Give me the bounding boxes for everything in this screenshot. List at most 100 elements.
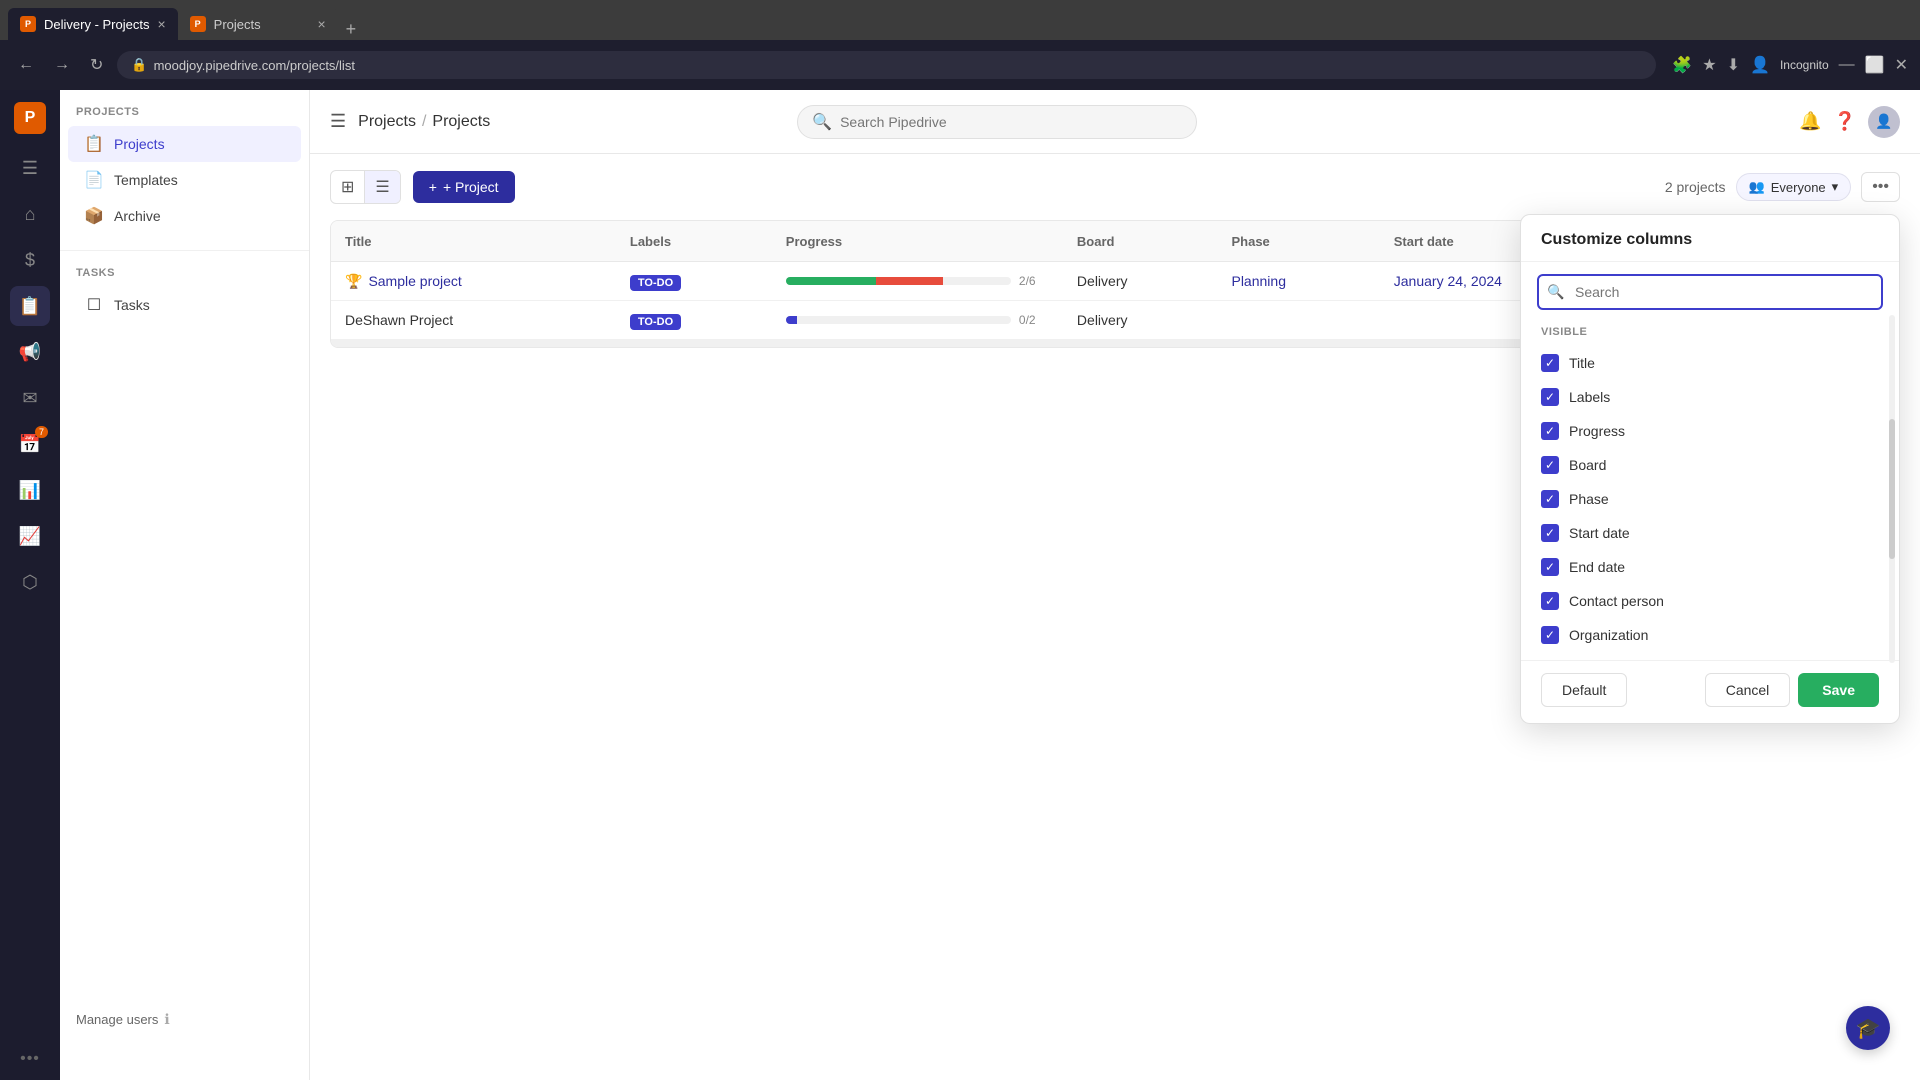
checkbox-labels[interactable]: ✓ xyxy=(1541,388,1559,406)
more-options-button[interactable]: ••• xyxy=(1861,172,1900,202)
panel-item-organization: ✓ Organization xyxy=(1537,618,1883,652)
panel-item-board: ✓ Board xyxy=(1537,448,1883,482)
tab-close-2[interactable]: × xyxy=(317,16,325,32)
tab-title-2: Projects xyxy=(214,17,261,32)
row1-start-date[interactable]: January 24, 2024 xyxy=(1394,273,1502,289)
new-tab-button[interactable]: + xyxy=(338,19,365,40)
sidebar-item-tasks[interactable]: ☐ Tasks xyxy=(68,287,301,323)
rail-more-button[interactable]: ••• xyxy=(20,1050,40,1068)
breadcrumb-parent[interactable]: Projects xyxy=(358,113,416,131)
sidebar-item-projects[interactable]: 📋 Projects xyxy=(68,126,301,162)
notifications-button[interactable]: 🔔 xyxy=(1799,111,1821,132)
panel-item-progress: ✓ Progress xyxy=(1537,414,1883,448)
row1-phase-link[interactable]: Planning xyxy=(1231,273,1286,289)
panel-item-phase: ✓ Phase xyxy=(1537,482,1883,516)
rail-chart-button[interactable]: 📈 xyxy=(10,516,50,556)
help-button[interactable]: ❓ xyxy=(1834,111,1856,132)
app-logo[interactable]: P xyxy=(14,102,46,134)
sidebar-item-archive[interactable]: 📦 Archive xyxy=(68,198,301,234)
checkbox-board[interactable]: ✓ xyxy=(1541,456,1559,474)
panel-item-start-date: ✓ Start date xyxy=(1537,516,1883,550)
checkbox-organization[interactable]: ✓ xyxy=(1541,626,1559,644)
add-project-label: + Project xyxy=(443,179,499,195)
rail-menu-button[interactable]: ☰ xyxy=(10,148,50,188)
panel-scrollbar-thumb[interactable] xyxy=(1889,419,1895,558)
sidebar-toggle-button[interactable]: ☰ xyxy=(330,111,346,132)
col-labels: Labels xyxy=(616,221,772,262)
bookmark-button[interactable]: ★ xyxy=(1702,55,1716,75)
sample-project-link[interactable]: 🏆 Sample project xyxy=(345,273,602,290)
url-bar[interactable]: 🔒 moodjoy.pipedrive.com/projects/list xyxy=(117,51,1656,79)
forward-button[interactable]: → xyxy=(48,52,76,78)
manage-users-info-icon: ℹ xyxy=(164,1011,169,1028)
global-search-input[interactable] xyxy=(840,114,1182,130)
manage-users-label: Manage users xyxy=(76,1012,158,1027)
projects-section-title: PROJECTS xyxy=(60,106,309,126)
view-toggle: ⊞ ☰ xyxy=(330,170,401,204)
extensions-button[interactable]: 🧩 xyxy=(1672,55,1692,75)
row2-progress: 0/2 xyxy=(772,301,1063,340)
save-button[interactable]: Save xyxy=(1798,673,1879,707)
panel-search-icon: 🔍 xyxy=(1547,284,1564,301)
sidebar-item-templates[interactable]: 📄 Templates xyxy=(68,162,301,198)
close-window-button[interactable]: ✕ xyxy=(1895,55,1908,75)
checkbox-contact-person[interactable]: ✓ xyxy=(1541,592,1559,610)
tab-projects[interactable]: P Projects × xyxy=(178,8,338,40)
reload-button[interactable]: ↻ xyxy=(84,51,109,79)
main-content: ☰ Projects / Projects 🔍 🔔 ❓ 👤 ⊞ xyxy=(310,90,1920,1080)
download-button[interactable]: ⬇ xyxy=(1727,55,1740,75)
back-button[interactable]: ← xyxy=(12,52,40,78)
maximize-button[interactable]: ⬜ xyxy=(1865,55,1885,75)
rail-tasks-button[interactable]: 📅 7 xyxy=(10,424,50,464)
incognito-label: Incognito xyxy=(1780,58,1829,72)
rail-projects-button[interactable]: 📋 xyxy=(10,286,50,326)
rail-deals-button[interactable]: $ xyxy=(10,240,50,280)
manage-users-link[interactable]: Manage users ℹ xyxy=(60,995,186,1044)
row1-progress-text: 2/6 xyxy=(1019,274,1049,288)
global-search-bar[interactable]: 🔍 xyxy=(797,105,1197,139)
rail-cube-button[interactable]: ⬡ xyxy=(10,562,50,602)
deshawn-project-link[interactable]: DeShawn Project xyxy=(345,312,602,328)
tab-close-1[interactable]: × xyxy=(157,16,165,32)
panel-footer: Default Cancel Save xyxy=(1521,660,1899,707)
checkbox-title[interactable]: ✓ xyxy=(1541,354,1559,372)
tasks-badge: 7 xyxy=(35,426,48,438)
default-button[interactable]: Default xyxy=(1541,673,1627,707)
rail-inbox-button[interactable]: ✉ xyxy=(10,378,50,418)
project-count: 2 projects xyxy=(1665,179,1726,195)
panel-item-title: ✓ Title xyxy=(1537,346,1883,380)
row2-progress-text: 0/2 xyxy=(1019,313,1049,327)
archive-label: Archive xyxy=(114,208,161,224)
panel-search-input[interactable] xyxy=(1537,274,1883,310)
row1-board: Delivery xyxy=(1063,262,1218,301)
user-avatar[interactable]: 👤 xyxy=(1868,106,1900,138)
list-view-button[interactable]: ☰ xyxy=(364,171,399,203)
kanban-view-button[interactable]: ⊞ xyxy=(331,171,364,203)
content-toolbar: ⊞ ☰ + + Project 2 projects 👥 Everyone ▾ … xyxy=(330,170,1900,204)
left-rail: P ☰ ⌂ $ 📋 📢 ✉ 📅 7 📊 📈 ⬡ ••• xyxy=(0,90,60,1080)
profile-button[interactable]: 👤 xyxy=(1750,55,1770,75)
everyone-filter-button[interactable]: 👥 Everyone ▾ xyxy=(1736,173,1852,201)
filter-icon: 👥 xyxy=(1749,179,1765,195)
add-project-button[interactable]: + + Project xyxy=(413,171,515,203)
tab-favicon-1: P xyxy=(20,16,36,32)
panel-items-list: ✓ Title ✓ Labels ✓ Progress ✓ Board xyxy=(1521,346,1899,652)
tab-delivery-projects[interactable]: P Delivery - Projects × xyxy=(8,8,178,40)
checkbox-phase[interactable]: ✓ xyxy=(1541,490,1559,508)
checkbox-end-date[interactable]: ✓ xyxy=(1541,558,1559,576)
checkbox-progress[interactable]: ✓ xyxy=(1541,422,1559,440)
archive-icon: 📦 xyxy=(84,206,104,226)
rail-megaphone-button[interactable]: 📢 xyxy=(10,332,50,372)
minimize-button[interactable]: — xyxy=(1839,56,1855,74)
row1-board-value: Delivery xyxy=(1077,273,1128,289)
cancel-button[interactable]: Cancel xyxy=(1705,673,1791,707)
projects-label: Projects xyxy=(114,136,165,152)
row2-board: Delivery xyxy=(1063,301,1218,340)
checkbox-start-date[interactable]: ✓ xyxy=(1541,524,1559,542)
row2-progress-bar: 0/2 xyxy=(786,313,1049,327)
chat-bubble-button[interactable]: 🎓 xyxy=(1846,1006,1890,1050)
rail-home-button[interactable]: ⌂ xyxy=(10,194,50,234)
label-contact-person: Contact person xyxy=(1569,593,1664,609)
topbar: ☰ Projects / Projects 🔍 🔔 ❓ 👤 xyxy=(310,90,1920,154)
rail-analytics-button[interactable]: 📊 xyxy=(10,470,50,510)
